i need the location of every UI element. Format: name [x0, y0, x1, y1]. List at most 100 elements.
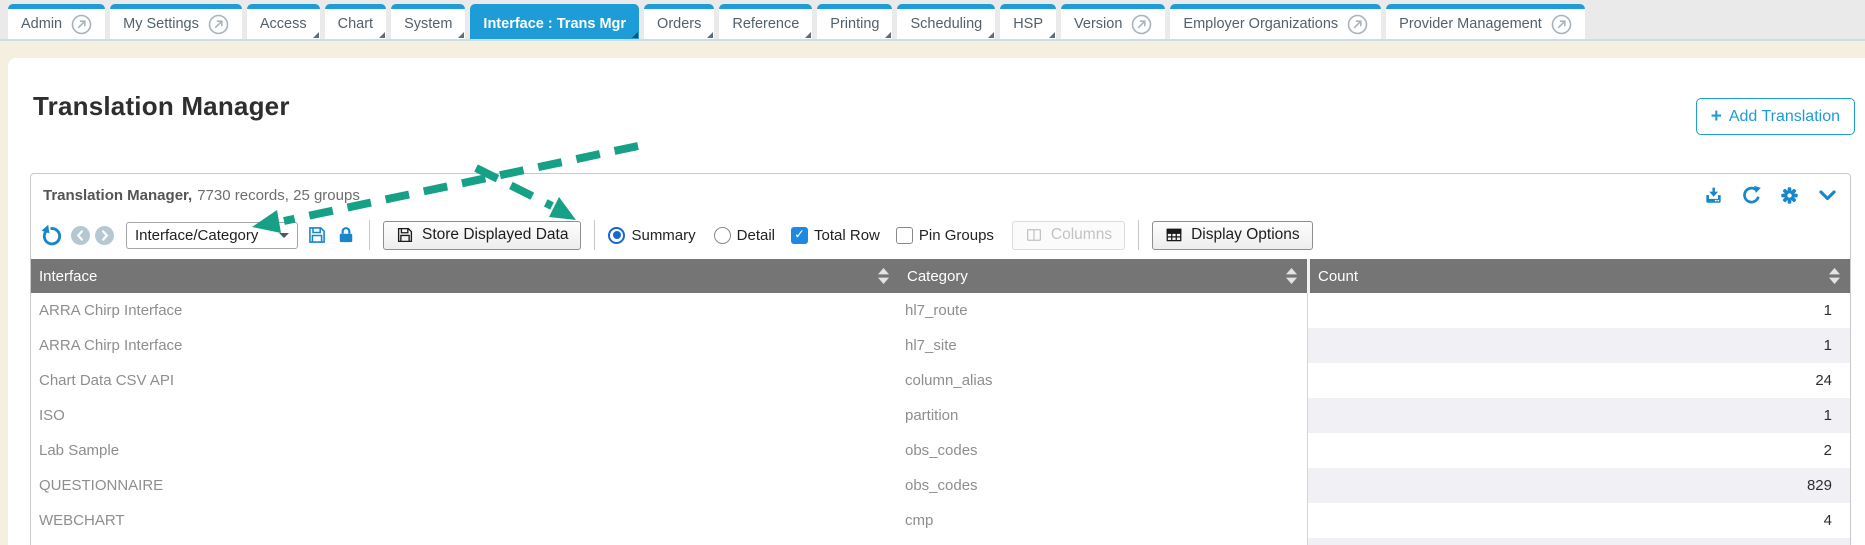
submenu-indicator-icon	[885, 32, 891, 38]
submenu-indicator-icon	[313, 32, 319, 38]
refresh-icon[interactable]	[1741, 185, 1762, 206]
display-options-label: Display Options	[1191, 226, 1300, 244]
next-view-button[interactable]	[95, 226, 114, 245]
submenu-indicator-icon	[707, 32, 713, 38]
gear-icon[interactable]	[1779, 185, 1800, 206]
submenu-indicator-icon	[458, 32, 464, 38]
tab-scheduling[interactable]: Scheduling	[897, 4, 995, 39]
external-link-icon	[1131, 14, 1152, 35]
cell-category: partition	[899, 398, 1307, 433]
toolbar-separator	[594, 220, 595, 250]
summary-radio[interactable]	[608, 227, 625, 244]
store-displayed-data-label: Store Displayed Data	[422, 226, 568, 244]
download-icon[interactable]	[1703, 185, 1724, 206]
tab-bar: Admin My Settings Access Chart System In…	[0, 0, 1865, 41]
column-header-count[interactable]: Count	[1307, 259, 1850, 293]
toolbar-separator	[369, 220, 370, 250]
grid-panel: Translation Manager, 7730 records, 25 gr…	[30, 173, 1851, 545]
add-translation-button[interactable]: + Add Translation	[1696, 98, 1855, 135]
pin-groups-checkbox[interactable]	[896, 227, 913, 244]
columns-button: Columns	[1012, 221, 1125, 250]
cell-interface: Lab Sample	[31, 433, 899, 468]
submenu-indicator-icon	[1049, 32, 1055, 38]
table-row[interactable]: ARRA Chirp Interface hl7_route 1	[31, 293, 1850, 328]
columns-label: Columns	[1051, 226, 1112, 244]
detail-radio[interactable]	[714, 227, 731, 244]
cell-category: obs_codes	[899, 468, 1307, 503]
cell-category: column_alias	[899, 363, 1307, 398]
display-options-button[interactable]: Display Options	[1152, 221, 1313, 250]
tab-interface-trans-mgr[interactable]: Interface : Trans Mgr	[470, 4, 639, 39]
sort-icon[interactable]	[877, 266, 890, 286]
tab-label: Scheduling	[910, 16, 982, 32]
page-container: Translation Manager + Add Translation Tr…	[8, 58, 1865, 545]
tab-hsp[interactable]: HSP	[1000, 4, 1056, 39]
panel-record-count: 7730 records, 25 groups	[197, 187, 360, 204]
cell-count: 2	[1307, 433, 1850, 468]
table-row[interactable]: ARRA Chirp Interface hl7_site 1	[31, 328, 1850, 363]
cell-interface: Chart Data CSV API	[31, 363, 899, 398]
column-header-category[interactable]: Category	[899, 259, 1307, 293]
cell-interface: ISO	[31, 398, 899, 433]
table-row[interactable]: QUESTIONNAIRE obs_codes 829	[31, 468, 1850, 503]
cell-interface: ARRA Chirp Interface	[31, 293, 899, 328]
plus-icon: +	[1711, 107, 1722, 126]
tab-label: Access	[260, 16, 307, 32]
table-header: Interface Category Count	[31, 259, 1850, 293]
tab-system[interactable]: System	[391, 4, 465, 39]
grid-toolbar: Interface/Category Store Displayed Data …	[31, 216, 1850, 254]
panel-header-icons	[1703, 185, 1838, 206]
collapse-chevron-icon[interactable]	[1817, 185, 1838, 206]
tab-orders[interactable]: Orders	[644, 4, 714, 39]
summary-label: Summary	[631, 227, 695, 244]
tab-chart[interactable]: Chart	[325, 4, 386, 39]
tab-provider-management[interactable]: Provider Management	[1386, 4, 1585, 39]
external-link-icon	[1347, 14, 1368, 35]
panel-header: Translation Manager, 7730 records, 25 gr…	[31, 174, 1850, 216]
columns-icon	[1025, 226, 1043, 244]
column-header-interface[interactable]: Interface	[31, 259, 899, 293]
tab-label: Employer Organizations	[1183, 16, 1338, 32]
external-link-icon	[1551, 14, 1572, 35]
table-row[interactable]: WEBCHART cmp 4	[31, 503, 1850, 538]
tab-label: Orders	[657, 16, 701, 32]
undo-icon[interactable]	[39, 224, 62, 247]
tab-label: HSP	[1013, 16, 1043, 32]
cell-category: hl7_site	[899, 328, 1307, 363]
page-title: Translation Manager	[33, 91, 290, 122]
table-row[interactable]: Chart Data CSV API column_alias 24	[31, 363, 1850, 398]
table-row[interactable]: ISO partition 1	[31, 398, 1850, 433]
cell-interface: ARRA Chirp Interface	[31, 328, 899, 363]
table-row[interactable]: Lab Sample obs_codes 2	[31, 433, 1850, 468]
tab-label: My Settings	[123, 16, 199, 32]
tab-version[interactable]: Version	[1061, 4, 1165, 39]
tab-employer-organizations[interactable]: Employer Organizations	[1170, 4, 1381, 39]
summary-radio-option[interactable]: Summary	[608, 227, 695, 244]
store-displayed-data-button[interactable]: Store Displayed Data	[383, 221, 581, 250]
tab-my-settings[interactable]: My Settings	[110, 4, 242, 39]
save-view-icon[interactable]	[307, 225, 327, 245]
tab-label: Provider Management	[1399, 16, 1542, 32]
sort-icon[interactable]	[1828, 266, 1841, 286]
prev-view-button[interactable]	[71, 226, 90, 245]
total-row-checkbox[interactable]	[791, 227, 808, 244]
tab-admin[interactable]: Admin	[8, 4, 105, 39]
lock-icon[interactable]	[336, 225, 356, 245]
tab-access[interactable]: Access	[247, 4, 320, 39]
pin-groups-option[interactable]: Pin Groups	[896, 227, 994, 244]
sort-icon[interactable]	[1285, 266, 1298, 286]
table-body: ARRA Chirp Interface hl7_route 1 ARRA Ch…	[31, 293, 1850, 538]
view-dropdown[interactable]: Interface/Category	[126, 222, 298, 249]
submenu-indicator-icon	[379, 32, 385, 38]
cell-interface: QUESTIONNAIRE	[31, 468, 899, 503]
tab-reference[interactable]: Reference	[719, 4, 812, 39]
tab-printing[interactable]: Printing	[817, 4, 892, 39]
tab-label: Chart	[338, 16, 373, 32]
tab-label: Interface : Trans Mgr	[483, 16, 626, 32]
tab-label: System	[404, 16, 452, 32]
cell-count: 1	[1307, 398, 1850, 433]
detail-radio-option[interactable]: Detail	[714, 227, 775, 244]
floppy-icon	[396, 226, 414, 244]
total-row-option[interactable]: Total Row	[791, 227, 880, 244]
cell-count: 1	[1307, 293, 1850, 328]
